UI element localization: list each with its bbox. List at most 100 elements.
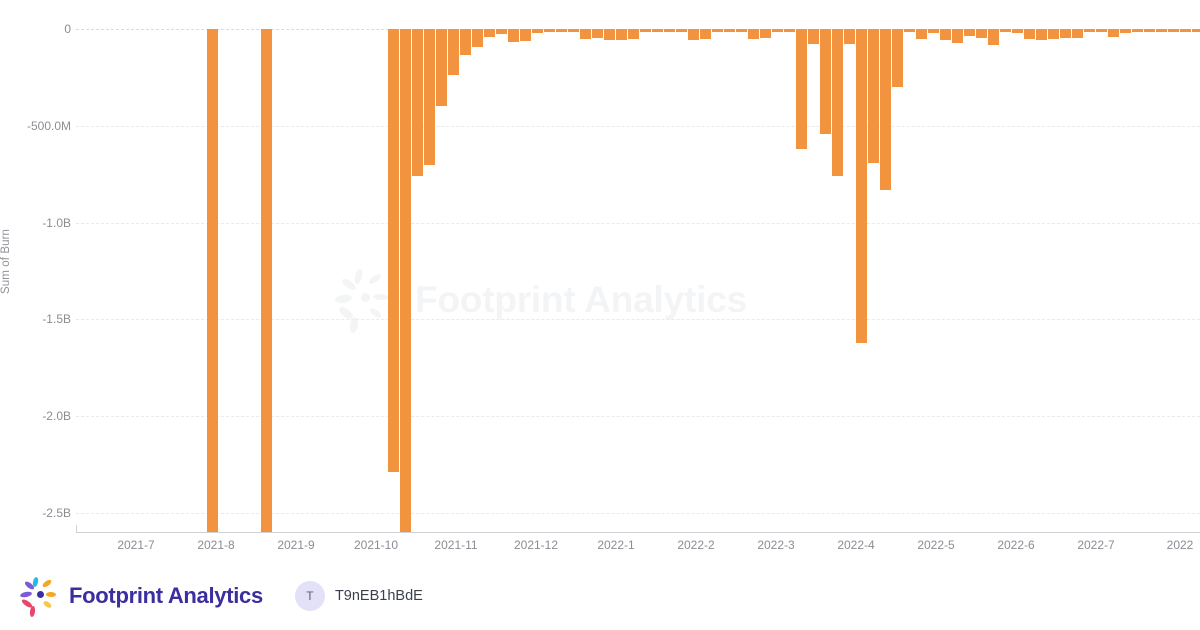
x-tick-label: 2022-5 [917, 538, 955, 552]
x-tick-label: 2021-8 [197, 538, 235, 552]
bar[interactable] [388, 29, 399, 473]
bar[interactable] [856, 29, 867, 343]
footer-bar: Footprint Analytics T T9nEB1hBdE [0, 560, 1200, 630]
bar[interactable] [496, 29, 507, 35]
bar[interactable] [1024, 29, 1035, 40]
y-tick-label: -2.5B [42, 506, 71, 520]
chart-plot-area [76, 0, 1200, 533]
bar[interactable] [532, 29, 543, 34]
bar[interactable] [448, 29, 459, 76]
bar[interactable] [664, 29, 675, 32]
bar[interactable] [628, 29, 639, 40]
bar[interactable] [640, 29, 651, 33]
bar[interactable] [580, 29, 591, 39]
bar[interactable] [760, 29, 771, 39]
x-axis-left-cap [76, 525, 77, 533]
bar[interactable] [712, 29, 723, 33]
bar[interactable] [1000, 29, 1011, 32]
bar[interactable] [772, 29, 783, 33]
x-tick-label: 2022-3 [757, 538, 795, 552]
bar[interactable] [1144, 29, 1155, 32]
bar[interactable] [1096, 29, 1107, 32]
y-axis-tick-labels: 0-500.0M-1.0B-1.5B-2.0B-2.5B-3.0B-3.5B-4… [0, 0, 71, 617]
bar[interactable] [424, 29, 435, 165]
bar[interactable] [616, 29, 627, 40]
bar[interactable] [1048, 29, 1059, 39]
bar[interactable] [1108, 29, 1119, 38]
dataset-name: T9nEB1hBdE [334, 587, 423, 604]
bar-chart: Sum of Burn 0 -500.0M -1.0B -1.5B -2.0B -2.5B… [0, 0, 1200, 617]
bar[interactable] [724, 29, 735, 32]
bar[interactable] [736, 29, 747, 32]
x-tick-label: 2022-1 [597, 538, 635, 552]
x-tick-label: 2022 [1166, 538, 1194, 552]
bar[interactable] [484, 29, 495, 38]
bar[interactable] [544, 29, 555, 33]
bar[interactable] [604, 29, 615, 41]
bar[interactable] [808, 29, 819, 44]
bar[interactable] [436, 29, 447, 107]
bar[interactable] [472, 29, 483, 47]
brand: Footprint Analytics [19, 576, 263, 617]
bar[interactable] [844, 29, 855, 45]
bar[interactable] [676, 29, 687, 32]
x-axis-tick-labels: 2021-7 2021-8 2021-9 2021-10 2021-11 2021-12 2… [0, 538, 1200, 560]
x-tick-label: 2022-4 [837, 538, 875, 552]
bar[interactable] [880, 29, 891, 190]
chart-screenshot: Sum of Burn 0 -500.0M -1.0B -1.5B -2.0B -2.5B… [0, 0, 1200, 630]
bar[interactable] [1180, 29, 1191, 32]
bar[interactable] [1072, 29, 1083, 38]
y-tick-label: 0 [64, 22, 71, 36]
bar[interactable] [1132, 29, 1143, 33]
bar[interactable] [1012, 29, 1023, 34]
bar[interactable] [1120, 29, 1131, 33]
bar[interactable] [700, 29, 711, 40]
bar[interactable] [928, 29, 939, 33]
bar[interactable] [592, 29, 603, 39]
x-tick-label: 2021-7 [117, 538, 155, 552]
bar[interactable] [904, 29, 915, 33]
bar[interactable] [796, 29, 807, 150]
bar[interactable] [1192, 29, 1200, 32]
x-tick-label: 2021-11 [434, 538, 478, 552]
bar[interactable] [400, 29, 411, 533]
bar[interactable] [568, 29, 579, 32]
bar[interactable] [916, 29, 927, 39]
bar[interactable] [556, 29, 567, 33]
bar[interactable] [832, 29, 843, 177]
bar[interactable] [976, 29, 987, 39]
x-tick-label: 2021-10 [353, 538, 399, 552]
bar[interactable] [520, 29, 531, 41]
avatar: T [294, 580, 325, 611]
bar[interactable] [892, 29, 903, 88]
bar[interactable] [1084, 29, 1095, 33]
footprint-logo-icon [19, 576, 60, 617]
bar[interactable] [412, 29, 423, 177]
y-tick-label: -1.5B [42, 312, 71, 327]
bar[interactable] [508, 29, 519, 42]
y-tick-label: -1.0B [42, 215, 71, 230]
bar[interactable] [988, 29, 999, 46]
bar[interactable] [868, 29, 879, 163]
bar[interactable] [1060, 29, 1071, 39]
bar[interactable] [784, 29, 795, 32]
bar[interactable] [261, 29, 272, 533]
bar[interactable] [748, 29, 759, 40]
x-tick-label: 2022-2 [677, 538, 715, 552]
bar[interactable] [460, 29, 471, 56]
x-tick-label: 2021-12 [513, 538, 559, 552]
dataset-chip[interactable]: T T9nEB1hBdE [294, 580, 423, 611]
bar[interactable] [688, 29, 699, 40]
y-tick-label: -2.0B [42, 409, 71, 424]
x-tick-label: 2022-6 [997, 538, 1035, 552]
bar[interactable] [820, 29, 831, 134]
bar[interactable] [1036, 29, 1047, 40]
bar[interactable] [964, 29, 975, 36]
bar[interactable] [1168, 29, 1179, 32]
bar[interactable] [940, 29, 951, 41]
bar[interactable] [1156, 29, 1167, 32]
bar[interactable] [652, 29, 663, 32]
bar[interactable] [207, 29, 218, 533]
bar[interactable] [952, 29, 963, 43]
y-tick-label: -500.0M [26, 118, 71, 133]
